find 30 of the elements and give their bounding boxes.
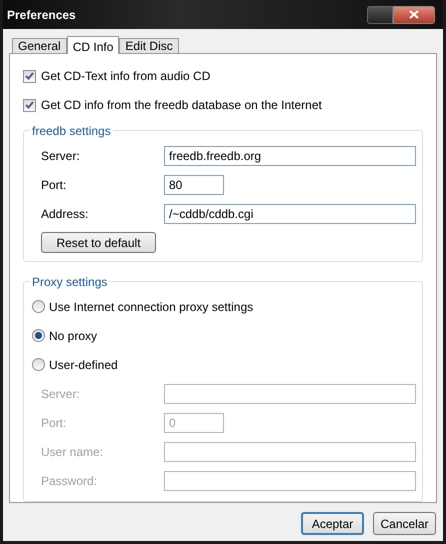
radio-label[interactable]: No proxy <box>49 326 98 344</box>
field-label: Password: <box>41 472 98 490</box>
checkbox[interactable] <box>23 70 36 82</box>
field-label: Server: <box>41 148 81 164</box>
window-title: Preferences <box>7 6 76 24</box>
tab[interactable]: CD Info <box>66 36 120 54</box>
radio-button[interactable] <box>32 300 45 313</box>
radio-button[interactable] <box>32 358 45 371</box>
dialog-button[interactable]: Cancelar <box>373 512 436 535</box>
dialog-button[interactable]: Aceptar <box>301 512 364 535</box>
checkbox[interactable] <box>23 98 36 112</box>
tab[interactable]: Edit Disc <box>119 38 179 53</box>
field-label: Address: <box>41 206 90 222</box>
reset-button[interactable]: Reset to default <box>41 232 156 253</box>
radio-label[interactable]: Use Internet connection proxy settings <box>49 298 254 316</box>
text-field[interactable]: freedb.freedb.org <box>164 146 416 166</box>
field-label: User name: <box>41 444 104 460</box>
text-field[interactable]: /~cddb/cddb.cgi <box>164 204 416 224</box>
checkbox-label[interactable]: Get CD-Text info from audio CD <box>41 67 210 85</box>
field-label: Port: <box>41 176 68 194</box>
checkbox-label[interactable]: Get CD info from the freedb database on the Internet <box>41 96 322 114</box>
window-button[interactable] <box>367 6 393 24</box>
close-button[interactable] <box>393 6 435 24</box>
radio-button[interactable] <box>32 329 45 342</box>
radio-label[interactable]: User-defined <box>49 356 118 374</box>
tab[interactable]: General <box>12 38 67 53</box>
close-icon <box>409 10 419 19</box>
text-field[interactable]: 80 <box>164 174 224 194</box>
field-label: Server: <box>41 386 81 402</box>
field-label: Port: <box>41 414 68 432</box>
